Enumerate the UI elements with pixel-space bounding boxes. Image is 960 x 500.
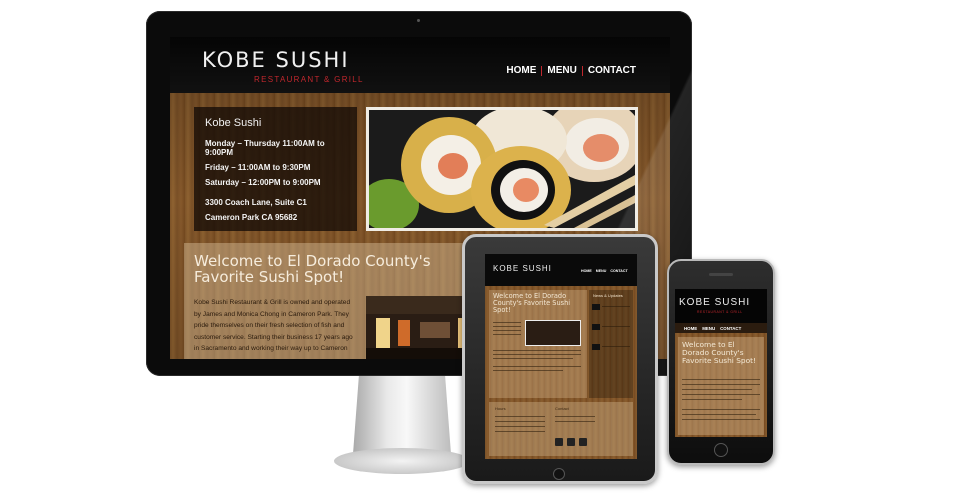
- phone-body: Welcome to El Dorado County's Favorite S…: [675, 333, 767, 437]
- tablet-logo[interactable]: KOBE SUSHI: [493, 264, 552, 273]
- phone-nav-menu[interactable]: MENU: [702, 326, 715, 331]
- text-line: [555, 421, 595, 423]
- text-line: [495, 426, 545, 428]
- text-line: [682, 394, 760, 396]
- nav-divider: [541, 65, 543, 76]
- tablet-sidebar: News & Updates: [589, 290, 633, 398]
- news-thumb: [592, 344, 600, 350]
- twitter-icon[interactable]: [567, 438, 575, 446]
- hours-box: Kobe Sushi Monday – Thursday 11:00AM to …: [194, 107, 357, 231]
- tablet-device: KOBE SUSHI HOME MENU CONTACT Welcome to …: [462, 234, 658, 484]
- tablet-footer-hours: Hours: [495, 406, 506, 411]
- text-line: [682, 379, 760, 381]
- facebook-icon[interactable]: [555, 438, 563, 446]
- text-line: [602, 346, 630, 348]
- welcome-text: Kobe Sushi Restaurant & Grill is owned a…: [194, 299, 353, 352]
- yelp-icon[interactable]: [579, 438, 587, 446]
- address-street: 3300 Coach Lane, Suite C1: [205, 198, 307, 207]
- text-line: [493, 326, 521, 328]
- phone-panel: Welcome to El Dorado County's Favorite S…: [678, 337, 764, 435]
- nav-menu[interactable]: MENU: [547, 65, 576, 76]
- tablet-screen: KOBE SUSHI HOME MENU CONTACT Welcome to …: [485, 254, 637, 459]
- phone-screen: KOBE SUSHI RESTAURANT & GRILL HOME MENU …: [675, 289, 767, 437]
- address-city: Cameron Park CA 95682: [205, 213, 298, 222]
- text-line: [493, 330, 521, 332]
- text-line: [682, 419, 760, 421]
- text-line: [682, 409, 760, 411]
- tablet-nav-contact[interactable]: CONTACT: [610, 269, 627, 273]
- tablet-welcome-title: Welcome to El Dorado County's Favorite S…: [493, 292, 571, 314]
- tablet-sidebar-title: News & Updates: [593, 293, 623, 298]
- text-line: [493, 370, 563, 372]
- hours-line: Friday – 11:00AM to 9:30PM: [205, 163, 311, 172]
- monitor-stand-neck: [353, 376, 451, 454]
- camera-dot: [417, 19, 420, 22]
- address: 3300 Coach Lane, Suite C1 Cameron Park C…: [205, 195, 346, 225]
- tablet-footer: Hours Contact: [489, 402, 633, 456]
- phone-nav: HOME MENU CONTACT: [675, 323, 767, 333]
- site-logo-subtitle: RESTAURANT & GRILL: [254, 75, 364, 84]
- nav-divider: [581, 65, 583, 76]
- tablet-nav: HOME MENU CONTACT: [581, 269, 628, 273]
- text-line: [493, 366, 581, 368]
- sushi-image: [369, 110, 635, 228]
- nav-home[interactable]: HOME: [506, 65, 536, 76]
- tablet-home-button[interactable]: [553, 468, 565, 480]
- hours-line: Monday – Thursday 11:00AM to 9:00PM: [205, 139, 325, 157]
- news-thumb: [592, 304, 600, 310]
- phone-nav-contact[interactable]: CONTACT: [720, 326, 741, 331]
- text-line: [495, 416, 545, 418]
- text-line: [493, 334, 521, 336]
- phone-device: KOBE SUSHI RESTAURANT & GRILL HOME MENU …: [667, 259, 775, 465]
- text-line: [493, 358, 573, 360]
- text-line: [495, 431, 545, 433]
- text-line: [493, 354, 581, 356]
- phone-logo-subtitle: RESTAURANT & GRILL: [697, 310, 743, 314]
- phone-speaker: [709, 273, 733, 276]
- tablet-main-panel: Welcome to El Dorado County's Favorite S…: [489, 290, 587, 398]
- main-nav: HOME MENU CONTACT: [506, 65, 636, 76]
- text-line: [493, 350, 581, 352]
- phone-logo[interactable]: KOBE SUSHI: [679, 297, 750, 308]
- phone-header: KOBE SUSHI RESTAURANT & GRILL: [675, 289, 767, 323]
- text-line: [495, 421, 545, 423]
- text-line: [682, 414, 756, 416]
- responsive-showcase: KOBE SUSHI RESTAURANT & GRILL HOME MENU …: [0, 0, 960, 500]
- site-logo[interactable]: KOBE SUSHI: [202, 48, 350, 72]
- sushi-photo: [366, 107, 638, 231]
- tablet-nav-home[interactable]: HOME: [581, 269, 592, 273]
- tablet-nav-menu[interactable]: MENU: [596, 269, 607, 273]
- text-line: [682, 384, 760, 386]
- tablet-photo: [525, 320, 581, 346]
- welcome-title: Welcome to El Dorado County's Favorite S…: [194, 252, 431, 286]
- nav-contact[interactable]: CONTACT: [588, 65, 636, 76]
- text-line: [602, 326, 630, 328]
- tablet-header: KOBE SUSHI HOME MENU CONTACT: [485, 254, 637, 286]
- hours-title: Kobe Sushi: [205, 117, 262, 129]
- text-line: [493, 322, 521, 324]
- news-thumb: [592, 324, 600, 330]
- text-line: [602, 306, 630, 308]
- hours-line: Saturday – 12:00PM to 9:00PM: [205, 178, 321, 187]
- phone-welcome-title: Welcome to El Dorado County's Favorite S…: [682, 340, 756, 365]
- tablet-body: Welcome to El Dorado County's Favorite S…: [485, 286, 637, 459]
- phone-home-button[interactable]: [714, 443, 728, 457]
- tablet-footer-contact: Contact: [555, 406, 569, 411]
- text-line: [555, 416, 595, 418]
- monitor-stand-base: [334, 448, 470, 474]
- text-line: [682, 389, 752, 391]
- site-header: KOBE SUSHI RESTAURANT & GRILL HOME MENU …: [170, 37, 670, 93]
- phone-nav-home[interactable]: HOME: [684, 326, 697, 331]
- text-line: [682, 399, 742, 401]
